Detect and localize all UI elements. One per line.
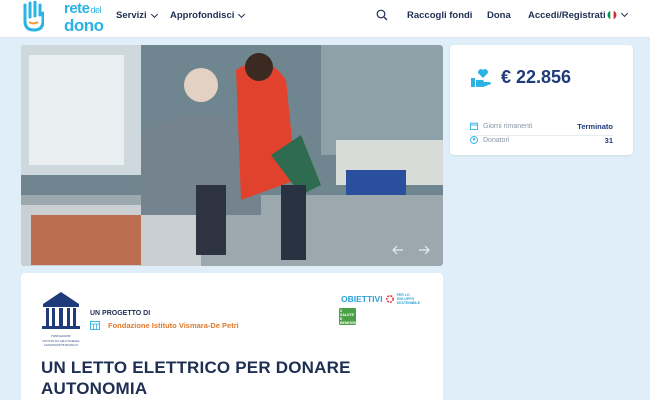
raised-amount: € 22.856: [501, 67, 572, 87]
project-by-label: UN PROGETTO DI: [90, 310, 151, 317]
login-link[interactable]: Accedi/Registrati: [528, 10, 606, 21]
project-photo: [21, 45, 443, 266]
building-icon: [90, 321, 100, 330]
sdg-wheel-icon: [385, 295, 394, 303]
italy-flag-icon: [607, 10, 617, 20]
raise-funds-link[interactable]: Raccogli fondi: [407, 10, 472, 21]
arrow-right-icon[interactable]: [417, 243, 431, 257]
logo-text: retedel dono: [64, 0, 104, 35]
nav-servizi[interactable]: Servizi: [116, 10, 158, 21]
donor-icon: [470, 136, 478, 144]
svg-text:FONDAZIONE: FONDAZIONE: [51, 334, 70, 338]
arrow-left-icon[interactable]: [391, 243, 405, 257]
donation-stats-card: € 22.856 Giorni rimanenti Terminato Dona…: [450, 45, 633, 155]
sustainability-goals-heading: OBIETTIVI PER LO SVILUPPO SOSTENIBILE: [341, 293, 420, 305]
chevron-down-icon: [238, 10, 246, 18]
days-remaining-row: Giorni rimanenti Terminato: [470, 119, 613, 133]
sdg-3-badge[interactable]: 3 SALUTE E BENESSERE: [339, 308, 362, 325]
organization-link[interactable]: Fondazione Istituto Vismara-De Petri: [90, 321, 239, 330]
hospital-scene-image: [21, 45, 443, 266]
project-title: UN LETTO ELETTRICO PER DONARE AUTONOMIA: [41, 358, 351, 398]
calendar-icon: [470, 122, 478, 130]
svg-text:ISTITUTO DI CARLO VISMARA: ISTITUTO DI CARLO VISMARA: [42, 340, 79, 343]
chevron-down-icon: [150, 10, 158, 18]
site-logo[interactable]: retedel dono: [22, 1, 104, 35]
hand-logo-icon: [23, 1, 44, 32]
donate-link[interactable]: Dona: [487, 10, 511, 21]
nav-approfondisci[interactable]: Approfondisci: [170, 10, 246, 21]
site-header: retedel dono Servizi Approfondisci Racco…: [0, 0, 650, 38]
language-selector[interactable]: [607, 9, 629, 20]
foundation-logo[interactable]: FONDAZIONE ISTITUTO DI CARLO VISMARA GIO…: [39, 290, 83, 352]
project-card: FONDAZIONE ISTITUTO DI CARLO VISMARA GIO…: [21, 273, 443, 400]
chevron-down-icon: [620, 9, 629, 18]
svg-text:GIOVANNI DE PETRI ONLUS: GIOVANNI DE PETRI ONLUS: [44, 344, 78, 347]
hand-heart-icon: [471, 69, 491, 87]
donors-row: Donatori 31: [470, 133, 613, 147]
search-icon[interactable]: [376, 9, 388, 21]
